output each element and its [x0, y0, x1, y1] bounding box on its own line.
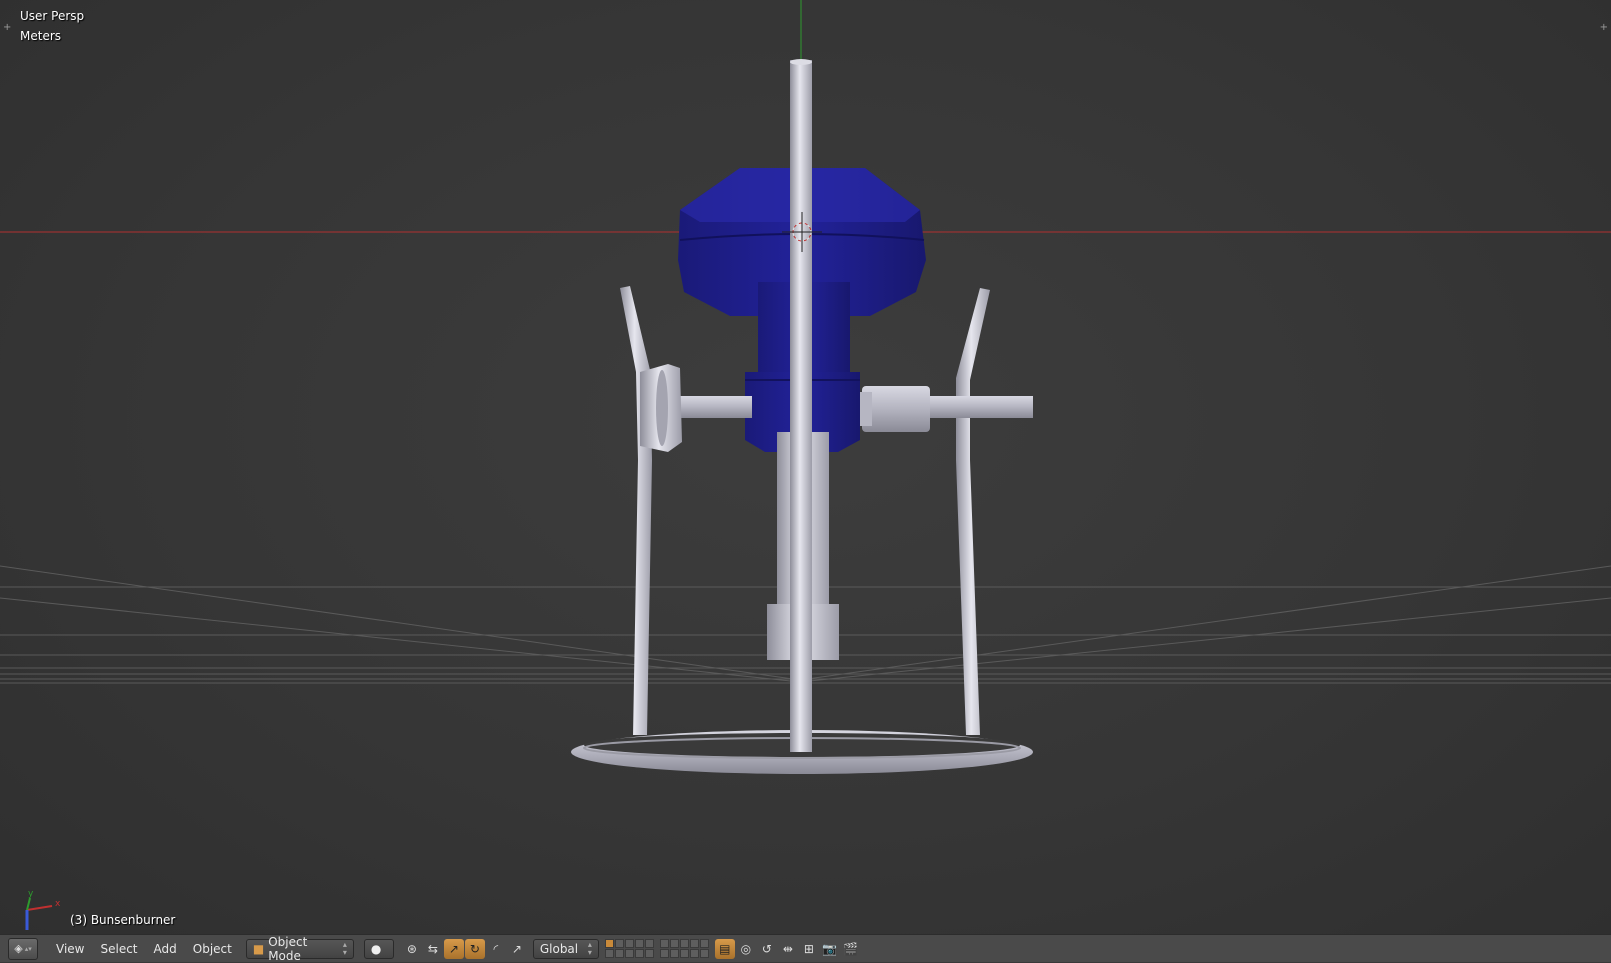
add-menu[interactable]: Add	[146, 939, 185, 959]
snap-toggle-icon[interactable]: ↺	[757, 939, 777, 959]
axis-y-label: y	[28, 889, 34, 899]
manipulator-icon[interactable]: ⇆	[423, 939, 443, 959]
viewport-header: ◈ ▴▾ View Select Add Object ■ Object Mode…	[0, 934, 1611, 963]
lock-camera-icon[interactable]: ▤	[714, 938, 735, 959]
translate-icon[interactable]: ↗	[443, 938, 464, 959]
mode-dropdown[interactable]: ■ Object Mode ▴ ▾	[245, 935, 354, 963]
view-name-label: User Persp	[20, 9, 85, 23]
editor-type-button[interactable]: ◈ ▴▾	[8, 937, 38, 960]
axis-gizmo-icon: x y	[25, 889, 61, 930]
object-mode-icon: ■	[252, 941, 265, 956]
region-toggle-right-icon[interactable]: +	[1600, 22, 1608, 33]
snap-target-icon[interactable]: ⊞	[799, 939, 819, 959]
editor-type-icon: ◈	[14, 942, 23, 955]
scene-canvas[interactable]: x y	[0, 0, 1611, 934]
dropdown-arrows-icon: ▴ ▾	[342, 939, 347, 957]
dropdown-arrows-icon: ▴ ▾	[587, 939, 592, 957]
render-icon[interactable]: 📷	[820, 939, 840, 959]
object-menu[interactable]: Object	[185, 939, 240, 959]
scale-icon[interactable]: ◜	[486, 939, 506, 959]
orientation-label: Global	[539, 941, 579, 956]
right-clamp	[860, 386, 1033, 432]
active-object-label: (3) Bunsenburner	[70, 913, 176, 927]
center-rod	[790, 59, 812, 752]
render-animation-icon[interactable]: 🎬	[841, 939, 861, 959]
3d-viewport[interactable]: x y + + User Persp Meters (3) Bunsenburn…	[0, 0, 1611, 934]
shading-solid-icon: ●	[370, 941, 382, 956]
orientation-dropdown[interactable]: Global ▴ ▾	[532, 938, 599, 959]
mode-label: Object Mode	[268, 934, 308, 963]
pivot-icon[interactable]: ⊛	[402, 939, 422, 959]
axis-x-label: x	[55, 899, 61, 909]
proportional-icon[interactable]: ◎	[736, 939, 756, 959]
rotate-icon[interactable]: ↻	[464, 938, 485, 959]
region-toggle-left-icon[interactable]: +	[3, 22, 11, 33]
layers-grid-b[interactable]	[659, 939, 709, 958]
view-menu[interactable]: View	[48, 939, 92, 959]
viewport-shading-dropdown[interactable]: ●	[363, 938, 394, 959]
left-clamp	[640, 364, 752, 452]
select-menu[interactable]: Select	[92, 939, 145, 959]
edit-icon[interactable]: ↗	[507, 939, 527, 959]
units-label: Meters	[20, 29, 62, 43]
snap-icon[interactable]: ⇹	[778, 939, 798, 959]
layers-grid-a[interactable]	[604, 939, 654, 958]
